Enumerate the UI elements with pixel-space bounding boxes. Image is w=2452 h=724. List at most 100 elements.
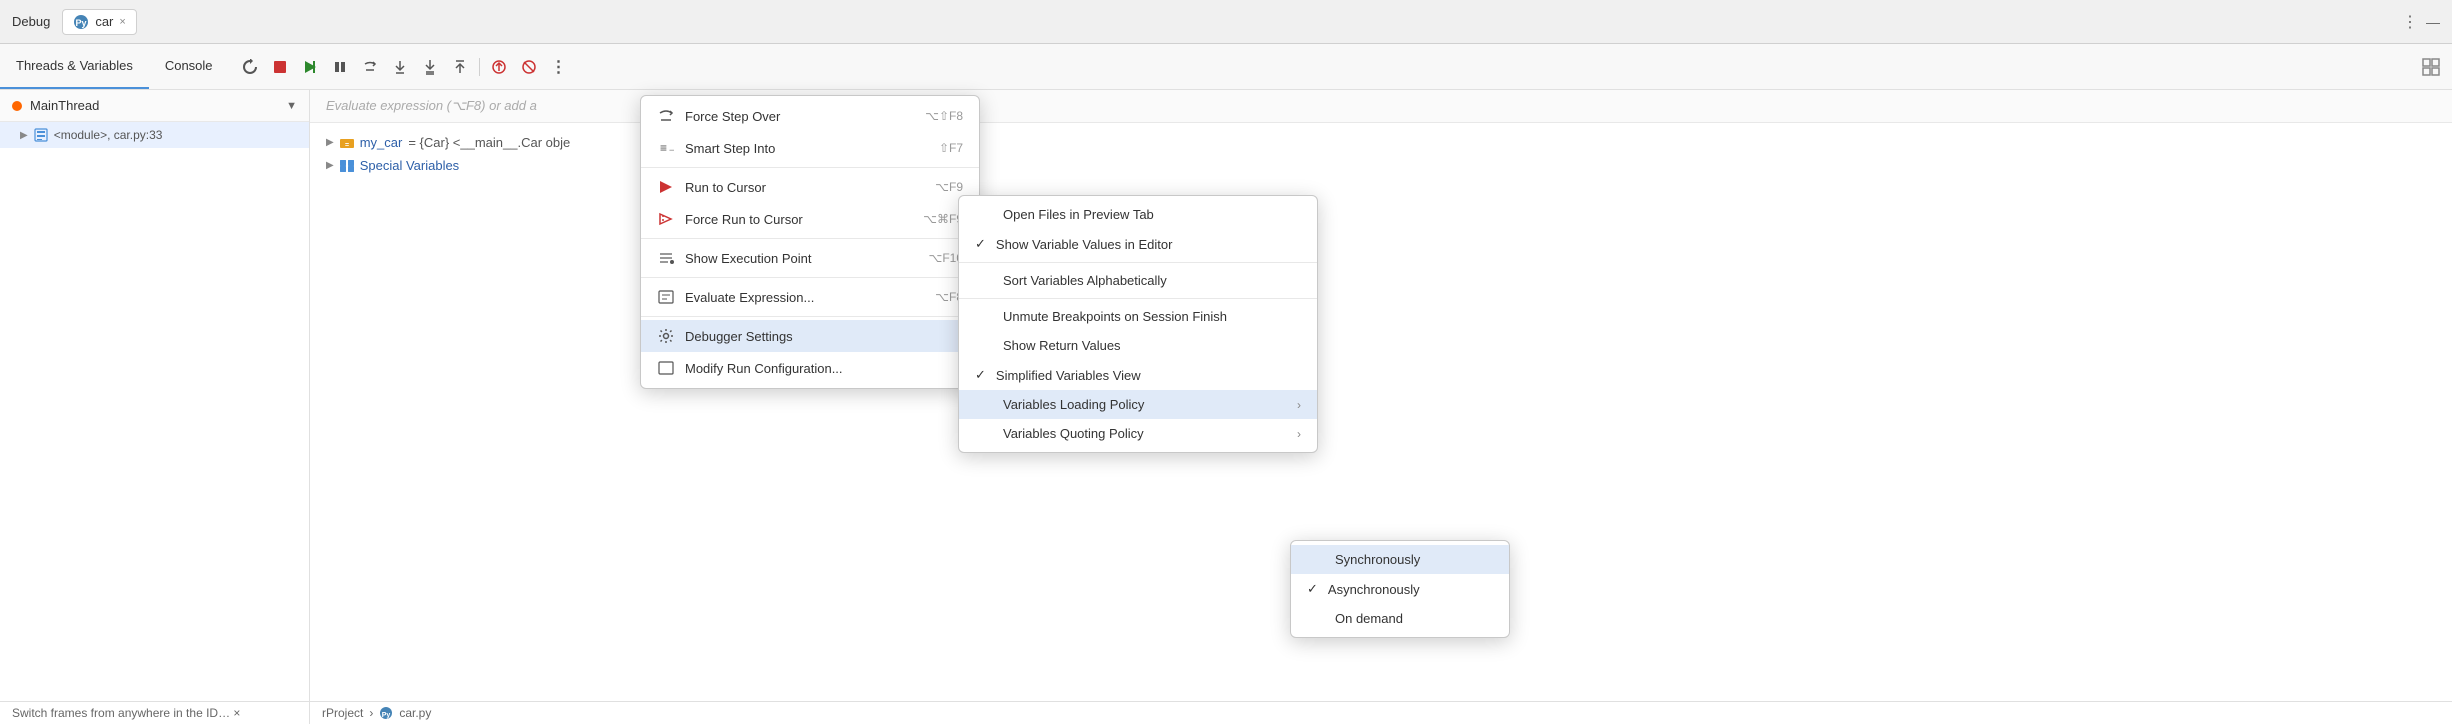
minimize-icon[interactable]: — — [2426, 14, 2440, 30]
toolbar-right — [2422, 58, 2452, 76]
evaluate-expr-label: Evaluate Expression... — [685, 290, 814, 305]
step-out-button[interactable] — [447, 54, 473, 80]
menu-on-demand[interactable]: On demand — [1291, 604, 1509, 633]
context-menu-debug: Force Step Over ⌥⇧F8 ≡→ Smart Step Into … — [640, 95, 980, 389]
step-into-my-button[interactable] — [417, 54, 443, 80]
debug-label: Debug — [12, 14, 50, 29]
var-icon-2 — [340, 159, 354, 173]
menu-sep-1 — [641, 167, 979, 168]
layout-icon[interactable] — [2422, 58, 2440, 76]
more-options-button[interactable]: ⋮ — [546, 54, 572, 80]
show-var-label: Show Variable Values in Editor — [996, 237, 1173, 252]
tab-console[interactable]: Console — [149, 44, 229, 89]
show-return-values-label: Show Return Values — [975, 338, 1121, 353]
synchronously-label: Synchronously — [1307, 552, 1420, 567]
force-step-over-shortcut: ⌥⇧F8 — [925, 109, 963, 123]
car-tab-close[interactable]: × — [119, 16, 125, 28]
switch-frames-text: Switch frames from anywhere in the ID… × — [12, 706, 240, 720]
var-value-1: = {Car} <__main__.Car obje — [408, 135, 570, 150]
unmute-breakpoints-label: Unmute Breakpoints on Session Finish — [975, 309, 1227, 324]
menu-show-exec-point[interactable]: Show Execution Point ⌥F10 — [641, 242, 979, 274]
evaluate-expr-icon — [657, 288, 675, 306]
menu-asynchronously[interactable]: ✓ Asynchronously — [1291, 574, 1509, 604]
var-name-1: my_car — [360, 135, 403, 150]
menu-sep-2 — [641, 238, 979, 239]
tabs-row: Threads & Variables Console — [0, 44, 229, 89]
frame-item[interactable]: ▶ <module>, car.py:33 — [0, 122, 309, 148]
menu-synchronously[interactable]: Synchronously — [1291, 545, 1509, 574]
asynchronously-check: ✓ — [1307, 581, 1318, 597]
show-exec-point-label: Show Execution Point — [685, 251, 811, 266]
modify-run-config-label: Modify Run Configuration... — [685, 361, 843, 376]
menu-open-preview[interactable]: Open Files in Preview Tab — [959, 200, 1317, 229]
menu-sort-vars[interactable]: Sort Variables Alphabetically — [959, 266, 1317, 295]
force-run-cursor-label: Force Run to Cursor — [685, 212, 803, 227]
python-icon: Py — [73, 14, 89, 30]
toolbar-separator-1 — [479, 58, 480, 76]
thread-status-dot — [12, 101, 22, 111]
step-over-button[interactable] — [357, 54, 383, 80]
simplified-vars-check: ✓ — [975, 367, 986, 383]
toolbar-icons: ⋮ — [229, 54, 2422, 80]
expression-bar[interactable]: Evaluate expression (⌥F8) or add a — [310, 90, 2452, 123]
svg-text:Py: Py — [76, 18, 87, 28]
asynchronously-label: Asynchronously — [1328, 582, 1420, 597]
show-exec-point-icon — [657, 249, 675, 267]
frame-icon — [34, 128, 48, 142]
thread-dropdown-arrow[interactable]: ▼ — [286, 100, 297, 112]
settings-sep-1 — [959, 262, 1317, 263]
menu-smart-step-into[interactable]: ≡→ Smart Step Into ⇧F7 — [641, 132, 979, 164]
menu-force-run-cursor[interactable]: Force Run to Cursor ⌥⌘F9 — [641, 203, 979, 235]
svg-text:Py: Py — [382, 712, 391, 719]
breadcrumb-file: car.py — [399, 706, 431, 720]
stop-button[interactable] — [267, 54, 293, 80]
pause-button[interactable] — [327, 54, 353, 80]
open-preview-label: Open Files in Preview Tab — [975, 207, 1154, 222]
var-name-2: Special Variables — [360, 158, 459, 173]
more-icon[interactable]: ⋮ — [2402, 12, 2418, 32]
frame-expand-arrow: ▶ — [20, 130, 28, 141]
menu-simplified-vars[interactable]: ✓ Simplified Variables View — [959, 360, 1317, 390]
rerun-button[interactable] — [237, 54, 263, 80]
run-to-cursor-button[interactable] — [486, 54, 512, 80]
toolbar: Threads & Variables Console — [0, 44, 2452, 90]
run-to-cursor-icon — [657, 178, 675, 196]
var-expand-arrow-2: ▶ — [326, 160, 334, 171]
frame-label: <module>, car.py:33 — [54, 128, 163, 142]
menu-variables-quoting-policy[interactable]: Variables Quoting Policy › — [959, 419, 1317, 448]
debugger-settings-label: Debugger Settings — [685, 329, 793, 344]
thread-selector[interactable]: MainThread ▼ — [0, 90, 309, 122]
mute-breakpoints-button[interactable] — [516, 54, 542, 80]
show-var-check: ✓ — [975, 236, 986, 252]
modify-run-config-icon — [657, 359, 675, 377]
breadcrumb-python-icon: Py — [379, 706, 393, 720]
menu-debugger-settings[interactable]: Debugger Settings › — [641, 320, 979, 352]
menu-variables-loading-policy[interactable]: Variables Loading Policy › — [959, 390, 1317, 419]
menu-run-to-cursor[interactable]: Run to Cursor ⌥F9 — [641, 171, 979, 203]
on-demand-label: On demand — [1307, 611, 1403, 626]
smart-step-into-icon: ≡→ — [657, 139, 675, 157]
menu-evaluate-expr[interactable]: Evaluate Expression... ⌥F8 — [641, 281, 979, 313]
menu-unmute-breakpoints[interactable]: Unmute Breakpoints on Session Finish — [959, 302, 1317, 331]
menu-show-return-values[interactable]: Show Return Values — [959, 331, 1317, 360]
frame-list: ▶ <module>, car.py:33 — [0, 122, 309, 701]
resume-button[interactable] — [297, 54, 323, 80]
thread-label: MainThread — [30, 98, 99, 113]
step-into-button[interactable] — [387, 54, 413, 80]
menu-sep-3 — [641, 277, 979, 278]
tab-threads-variables[interactable]: Threads & Variables — [0, 44, 149, 89]
menu-modify-run-config[interactable]: Modify Run Configuration... — [641, 352, 979, 384]
variables-loading-policy-label: Variables Loading Policy — [975, 397, 1144, 412]
thread-name: MainThread — [12, 98, 99, 113]
force-run-cursor-icon — [657, 210, 675, 228]
menu-show-var-values[interactable]: ✓ Show Variable Values in Editor — [959, 229, 1317, 259]
switch-frames-status: Switch frames from anywhere in the ID… × — [0, 701, 309, 724]
smart-step-into-shortcut: ⇧F7 — [939, 141, 963, 155]
settings-sep-2 — [959, 298, 1317, 299]
var-icon-1: = — [340, 136, 354, 150]
menu-force-step-over[interactable]: Force Step Over ⌥⇧F8 — [641, 100, 979, 132]
title-bar-right: ⋮ — — [2402, 12, 2440, 32]
car-tab[interactable]: Py car × — [62, 9, 137, 35]
bottom-bar: rProject › Py car.py — [310, 701, 2452, 724]
loading-policy-arrow: › — [1297, 398, 1301, 412]
